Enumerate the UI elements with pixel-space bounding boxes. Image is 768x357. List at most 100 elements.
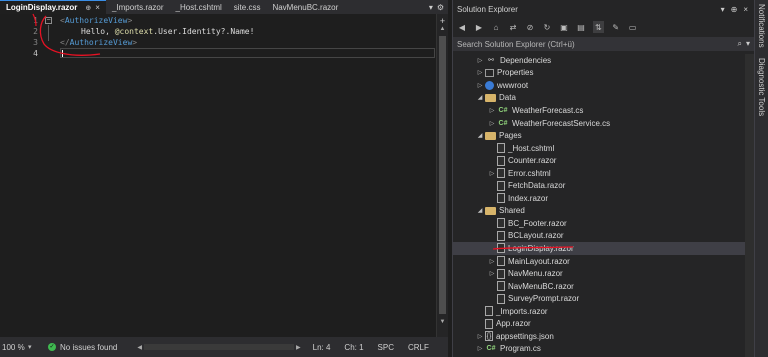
expanded-arrow-icon[interactable]: ◢ [475, 132, 485, 139]
scroll-left-arrow-icon[interactable]: ◀ [137, 344, 142, 351]
window-position-dropdown-icon[interactable]: ▾ [721, 5, 725, 14]
tree-item[interactable]: Index.razor [453, 192, 754, 205]
collapsed-arrow-icon[interactable]: ▷ [475, 69, 485, 76]
collapsed-arrow-icon[interactable]: ▷ [475, 82, 485, 89]
collapsed-arrow-icon[interactable]: ▷ [487, 120, 497, 127]
tree-item[interactable]: ◢ Shared [453, 205, 754, 218]
scrollbar-thumb[interactable] [439, 36, 446, 314]
home-icon[interactable]: ⌂ [491, 21, 501, 33]
fold-guide-line [48, 25, 49, 41]
collapsed-arrow-icon[interactable]: ▷ [475, 345, 485, 352]
refresh-icon[interactable]: ↻ [542, 21, 552, 33]
tree-item-label: Dependencies [500, 55, 552, 65]
preview-selected-icon[interactable]: ▭ [628, 21, 638, 33]
collapse-all-icon[interactable]: ▣ [559, 21, 569, 33]
tree-item[interactable]: ▷ Properties [453, 67, 754, 80]
collapsed-arrow-icon[interactable]: ▷ [487, 107, 497, 114]
diagnostic-tools-tab[interactable]: Diagnostic Tools [757, 58, 766, 116]
issues-indicator[interactable]: ✓ No issues found [48, 343, 117, 352]
tree-item-label: NavMenuBC.razor [508, 281, 574, 291]
tree-item[interactable]: BCLayout.razor [453, 230, 754, 243]
tree-item[interactable]: Counter.razor [453, 154, 754, 167]
tree-item[interactable]: ▷ Error.cshtml [453, 167, 754, 180]
notifications-tab[interactable]: Notifications [757, 4, 766, 48]
collapsed-arrow-icon[interactable]: ▷ [475, 333, 485, 340]
code-token: .User.Identity?.Name! [153, 27, 255, 36]
tree-item[interactable]: ▷ NavMenu.razor [453, 267, 754, 280]
pending-changes-icon[interactable]: ⊘ [525, 21, 535, 33]
editor-vertical-scrollbar[interactable]: + ▲ ▼ [436, 14, 448, 337]
tab-navmenubc-razor[interactable]: NavMenuBC.razor [266, 0, 344, 14]
collapsed-arrow-icon[interactable]: ▷ [487, 258, 497, 265]
tree-item[interactable]: LoginDisplay.razor [453, 242, 754, 255]
collapsed-arrow-icon[interactable]: ▷ [475, 57, 485, 64]
close-panel-icon[interactable]: × [743, 5, 748, 14]
tab-list-dropdown-icon[interactable]: ▾ [429, 3, 433, 12]
tree-item-label: Counter.razor [508, 156, 557, 166]
tree-item[interactable]: ▷ C# Program.cs [453, 343, 754, 356]
back-arrow-icon[interactable]: ◀ [457, 21, 467, 33]
tree-item[interactable]: ▷ C# WeatherForecast.cs [453, 104, 754, 117]
scrollbar-track[interactable] [144, 344, 294, 350]
solution-search-box[interactable]: Search Solution Explorer (Ctrl+ü) ⌕ ▾ [453, 37, 754, 51]
tab-label: _Host.cshtml [175, 2, 222, 12]
whitespace-indicator[interactable]: SPC [376, 343, 396, 352]
zoom-dropdown-icon[interactable]: ▾ [28, 343, 46, 351]
horizontal-scrollbar[interactable]: ◀ ▶ [137, 344, 301, 351]
forward-arrow-icon[interactable]: ▶ [474, 21, 484, 33]
search-options-dropdown-icon[interactable]: ▾ [746, 39, 750, 49]
tree-item[interactable]: _Host.cshtml [453, 142, 754, 155]
tree-item[interactable]: ◢ Data [453, 92, 754, 105]
file-icon [497, 243, 505, 254]
show-all-files-icon[interactable]: ▤ [576, 21, 586, 33]
auto-hide-pin-icon[interactable]: ⊕ [731, 5, 738, 14]
view-switcher-icon[interactable]: ⇅ [593, 21, 604, 33]
search-controls: ⌕ ▾ [738, 39, 755, 49]
tree-item[interactable]: ◢ Pages [453, 129, 754, 142]
pin-icon[interactable]: ⊕ [85, 4, 91, 12]
tree-item[interactable]: FetchData.razor [453, 179, 754, 192]
collapsed-arrow-icon[interactable]: ▷ [487, 270, 497, 277]
tree-item[interactable]: _Imports.razor [453, 305, 754, 318]
line-ending-indicator[interactable]: CRLF [406, 343, 431, 352]
solution-explorer-scrollbar[interactable] [745, 54, 754, 357]
tab-host-cshtml[interactable]: _Host.cshtml [170, 0, 228, 14]
tree-item[interactable]: ▷ C# WeatherForecastService.cs [453, 117, 754, 130]
tree-item[interactable]: ▷ wwwroot [453, 79, 754, 92]
tree-item[interactable]: SurveyPrompt.razor [453, 292, 754, 305]
tree-item[interactable]: ▷{} appsettings.json [453, 330, 754, 343]
code-text-area[interactable]: 1 2 3 4 − <AuthorizeView> Hello, @contex… [0, 14, 448, 337]
zoom-level[interactable]: 100 % [0, 343, 28, 352]
check-circle-icon: ✓ [48, 343, 56, 351]
tree-item-label: Shared [499, 206, 525, 216]
expanded-arrow-icon[interactable]: ◢ [475, 94, 485, 101]
tab-logindisplay-razor[interactable]: LoginDisplay.razor ⊕ × [0, 0, 106, 14]
tree-item[interactable]: NavMenuBC.razor [453, 280, 754, 293]
scroll-right-arrow-icon[interactable]: ▶ [296, 344, 301, 351]
line-number-current: 4 [33, 49, 38, 58]
settings-gear-icon[interactable]: ⚙ [437, 3, 444, 12]
line-indicator[interactable]: Ln: 4 [311, 343, 333, 352]
text-caret [62, 50, 63, 57]
scroll-up-arrow-icon[interactable]: ▲ [438, 26, 447, 32]
properties-wrench-icon[interactable]: ✎ [611, 21, 621, 33]
cursor-position-info: Ln: 4 Ch: 1 SPC CRLF [311, 343, 431, 352]
tree-item[interactable]: App.razor [453, 317, 754, 330]
sync-with-document-icon[interactable]: ⇄ [508, 21, 518, 33]
tree-item-label: SurveyPrompt.razor [508, 294, 580, 304]
tree-item[interactable]: ▷ ⚯ Dependencies [453, 54, 754, 67]
search-input[interactable]: Search Solution Explorer (Ctrl+ü) [457, 40, 575, 49]
collapsed-arrow-icon[interactable]: ▷ [487, 170, 497, 177]
scroll-down-arrow-icon[interactable]: ▼ [438, 319, 447, 325]
search-icon[interactable]: ⌕ [738, 39, 742, 49]
tree-item[interactable]: ▷ MainLayout.razor [453, 255, 754, 268]
tab-site-css[interactable]: site.css [228, 0, 267, 14]
tree-item-label: Error.cshtml [508, 168, 551, 178]
collapse-region-icon[interactable]: − [45, 17, 52, 24]
expanded-arrow-icon[interactable]: ◢ [475, 207, 485, 214]
tab-imports-razor[interactable]: _Imports.razor [106, 0, 170, 14]
split-window-icon[interactable]: + [438, 16, 447, 26]
close-icon[interactable]: × [95, 3, 100, 12]
column-indicator[interactable]: Ch: 1 [342, 343, 365, 352]
tree-item[interactable]: BC_Footer.razor [453, 217, 754, 230]
